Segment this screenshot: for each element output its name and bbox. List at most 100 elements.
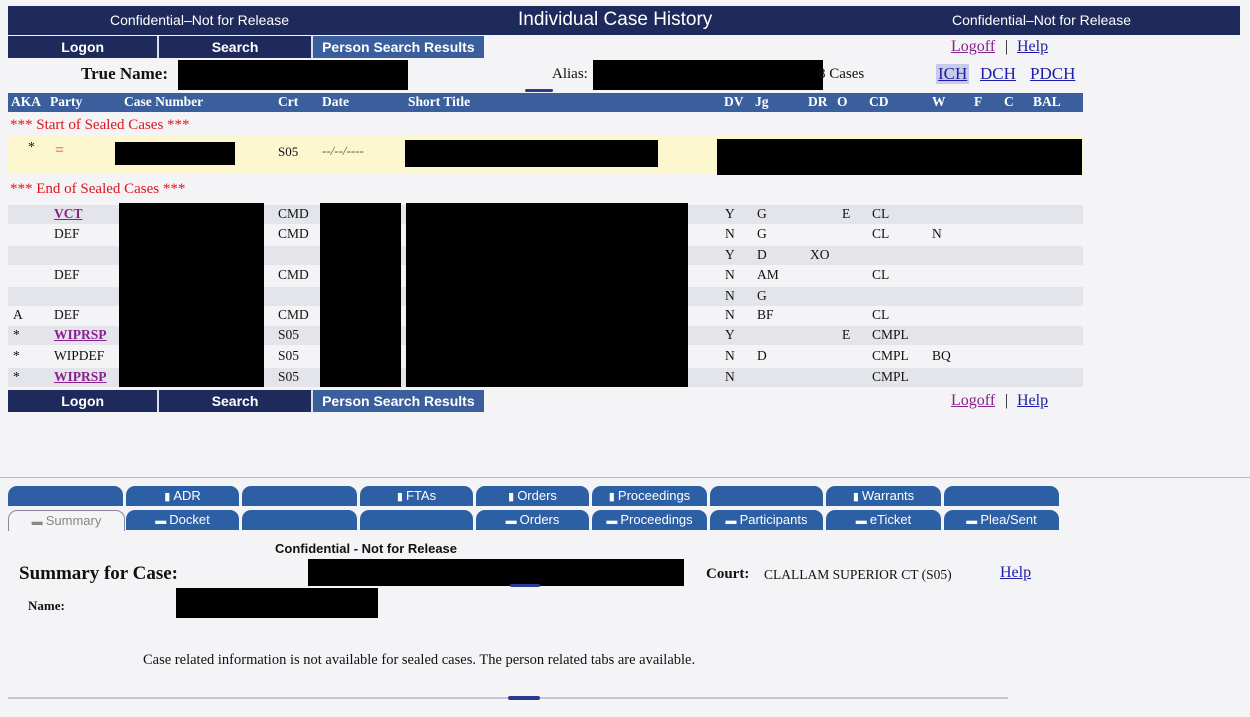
sealed-date: --/--/---- (322, 143, 364, 158)
confidential-left: Confidential–Not for Release (110, 12, 289, 28)
cell-jg: D (757, 348, 767, 363)
cell-party[interactable]: WIPRSP (54, 369, 107, 385)
summary-help-link[interactable]: Help (1000, 564, 1031, 582)
person-icon: ▮ (508, 491, 518, 503)
person-icon: ▮ (164, 491, 174, 503)
tab-docket[interactable]: ▬ Docket (126, 510, 239, 530)
tab-label: Orders (517, 488, 557, 503)
help-link[interactable]: Help (1017, 38, 1048, 56)
tab-proceedings[interactable]: ▮ Proceedings (592, 486, 707, 506)
sealed-start-label: *** Start of Sealed Cases *** (10, 117, 190, 133)
tab-ftas[interactable]: ▮ FTAs (360, 486, 473, 506)
tab-orders[interactable]: ▬ Orders (476, 510, 589, 530)
tab-label: Participants (739, 512, 808, 527)
separator: | (1005, 38, 1009, 55)
cell-jg: D (757, 247, 767, 262)
col-o: O (837, 94, 848, 109)
separator-bottom: | (1005, 392, 1009, 409)
logon-button[interactable]: Logon (8, 36, 160, 58)
cell-party[interactable]: WIPRSP (54, 327, 107, 343)
redacted-alias (593, 60, 823, 90)
col-date: Date (322, 94, 349, 109)
tab-label: Proceedings (617, 488, 691, 503)
cell-party: DEF (54, 226, 80, 241)
ich-link[interactable]: ICH (936, 64, 970, 84)
tab-warrants[interactable]: ▮ Warrants (826, 486, 941, 506)
person-search-results-button[interactable]: Person Search Results (312, 36, 484, 58)
tab-label: Proceedings (620, 512, 693, 527)
cell-party: DEF (54, 267, 80, 282)
sealed-crt: S05 (278, 144, 299, 159)
dch-link[interactable]: DCH (980, 64, 1016, 84)
sealed-notice: Case related information is not availabl… (143, 652, 696, 668)
cell-dv: Y (725, 327, 735, 342)
cell-cd: CL (872, 307, 890, 322)
tab-label: Orders (519, 512, 560, 527)
court-label: Court: (706, 566, 750, 582)
cell-dr: XO (810, 247, 830, 262)
help-link-bottom[interactable]: Help (1017, 392, 1048, 410)
cell-crt: S05 (278, 348, 300, 363)
person-icon: ▮ (852, 491, 862, 503)
col-aka: AKA (11, 94, 41, 109)
divider-mark-3 (508, 696, 540, 700)
summary-confidential: Confidential - Not for Release (275, 541, 458, 556)
col-jg: Jg (755, 94, 769, 109)
confidential-right: Confidential–Not for Release (952, 12, 1131, 28)
folder-icon: ▬ (606, 515, 621, 527)
redacted-sealed-case-number (115, 142, 235, 165)
person-icon: ▮ (608, 491, 618, 503)
cell-party[interactable]: VCT (54, 206, 83, 222)
tab-proceedings[interactable]: ▬ Proceedings (592, 510, 707, 530)
cell-crt: CMD (278, 307, 309, 322)
tab-adr[interactable]: ▮ ADR (126, 486, 239, 506)
cell-aka: * (13, 369, 20, 384)
logon-button-bottom[interactable]: Logon (8, 390, 160, 412)
search-button[interactable]: Search (159, 36, 313, 58)
col-bal: BAL (1033, 94, 1061, 109)
search-button-bottom[interactable]: Search (159, 390, 313, 412)
tab-label: Docket (169, 512, 210, 527)
col-crt: Crt (278, 94, 299, 109)
page-title: Individual Case History (518, 9, 713, 30)
pdch-link[interactable]: PDCH (1030, 64, 1075, 84)
cell-party: WIPDEF (54, 348, 105, 363)
redacted-short-titles (406, 203, 688, 387)
logoff-link[interactable]: Logoff (951, 38, 995, 56)
cell-party: DEF (54, 307, 80, 322)
tabs-top-row: ▮ ADR ▮ FTAs ▮ Orders ▮ Proceedings ▮ Warran… (8, 486, 1059, 506)
col-case-number: Case Number (124, 94, 204, 109)
cell-dv: N (725, 348, 735, 363)
tab-orders[interactable]: ▮ Orders (476, 486, 589, 506)
redacted-sealed-title (405, 140, 658, 167)
tab-blank-8 (944, 486, 1059, 506)
cell-cd: CL (872, 267, 890, 282)
cell-jg: AM (757, 267, 779, 282)
true-name-label: True Name: (81, 64, 169, 83)
tab-blank-6 (710, 486, 823, 506)
tab-eticket[interactable]: ▬ eTicket (826, 510, 941, 530)
logoff-link-bottom[interactable]: Logoff (951, 392, 995, 410)
folder-icon: ▬ (725, 515, 740, 527)
top-nav: Logon Search Person Search Results (8, 36, 484, 58)
tab-blank-2 (242, 510, 357, 530)
person-search-results-button-bottom[interactable]: Person Search Results (312, 390, 484, 412)
cell-dv: N (725, 307, 735, 322)
person-icon: ▮ (396, 491, 406, 503)
tab-participants[interactable]: ▬ Participants (710, 510, 823, 530)
case-table-header: AKA Party Case Number Crt Date Short Tit… (8, 93, 1083, 112)
summary-title: Summary for Case: (19, 563, 179, 584)
folder-icon: ▬ (966, 515, 981, 527)
tab-plea-sent[interactable]: ▬ Plea/Sent (944, 510, 1059, 530)
sealed-end-label: *** End of Sealed Cases *** (10, 181, 186, 197)
bottom-nav: Logon Search Person Search Results (8, 390, 484, 412)
tab-summary[interactable]: ▬ Summary (8, 510, 125, 531)
cell-o: E (842, 327, 851, 342)
tab-blank-0 (8, 486, 123, 506)
cell-cd: CMPL (872, 348, 909, 363)
cell-dv: N (725, 267, 735, 282)
redacted-case-numbers (119, 203, 264, 387)
col-f: F (974, 94, 983, 109)
cell-jg: G (757, 226, 767, 241)
redacted-sealed-codes (717, 139, 1082, 175)
